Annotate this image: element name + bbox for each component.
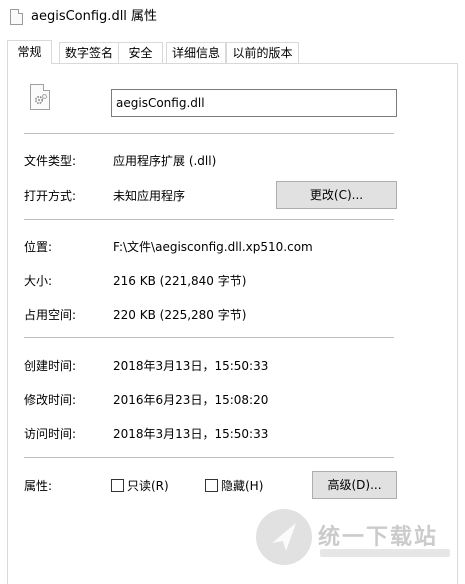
file-name-input[interactable] — [111, 89, 397, 117]
opens-with-label: 打开方式: — [24, 189, 77, 203]
tab-security[interactable]: 安全 — [118, 42, 163, 63]
created-label: 创建时间: — [24, 359, 77, 373]
title-bar[interactable]: aegisConfig.dll 属性 — [0, 0, 465, 34]
separator — [24, 219, 394, 220]
file-icon — [10, 9, 23, 25]
size-on-disk-label: 占用空间: — [24, 308, 77, 322]
readonly-label[interactable]: 只读(R) — [127, 477, 169, 494]
created-value: 2018年3月13日，15:50:33 — [113, 359, 269, 373]
advanced-button[interactable]: 高级(D)... — [312, 471, 397, 499]
file-type-value: 应用程序扩展 (.dll) — [113, 154, 217, 168]
dll-gear-file-icon — [30, 84, 50, 110]
size-on-disk-value: 220 KB (225,280 字节) — [113, 308, 247, 322]
tab-details[interactable]: 详细信息 — [166, 42, 226, 63]
hidden-label[interactable]: 隐藏(H) — [221, 477, 263, 494]
hidden-checkbox[interactable] — [205, 479, 218, 492]
properties-window: aegisConfig.dll 属性 常规 数字签名 安全 详细信息 以前的版本… — [0, 0, 465, 584]
readonly-checkbox[interactable] — [111, 479, 124, 492]
watermark-subtext — [320, 549, 450, 557]
opens-with-value: 未知应用程序 — [113, 189, 186, 203]
tab-digital-signatures[interactable]: 数字签名 — [59, 42, 119, 63]
separator — [24, 133, 394, 134]
watermark-logo-icon — [256, 509, 312, 565]
accessed-label: 访问时间: — [24, 427, 77, 441]
tab-previous-versions[interactable]: 以前的版本 — [226, 42, 299, 63]
window-title: aegisConfig.dll 属性 — [31, 9, 158, 24]
size-label: 大小: — [24, 274, 53, 288]
modified-value: 2016年6月23日，15:08:20 — [113, 393, 269, 407]
separator — [24, 337, 394, 338]
separator — [24, 457, 394, 458]
size-value: 216 KB (221,840 字节) — [113, 274, 247, 288]
tab-general[interactable]: 常规 — [7, 40, 52, 64]
location-label: 位置: — [24, 240, 53, 254]
location-value: F:\文件\aegisconfig.dll.xp510.com — [113, 240, 313, 254]
file-type-label: 文件类型: — [24, 154, 77, 168]
modified-label: 修改时间: — [24, 393, 77, 407]
accessed-value: 2018年3月13日，15:50:33 — [113, 427, 269, 441]
watermark-text: 统一下载站 — [318, 525, 439, 550]
change-button[interactable]: 更改(C)... — [276, 181, 397, 209]
attributes-label: 属性: — [24, 479, 53, 493]
site-watermark: 统一下载站 — [254, 505, 465, 584]
